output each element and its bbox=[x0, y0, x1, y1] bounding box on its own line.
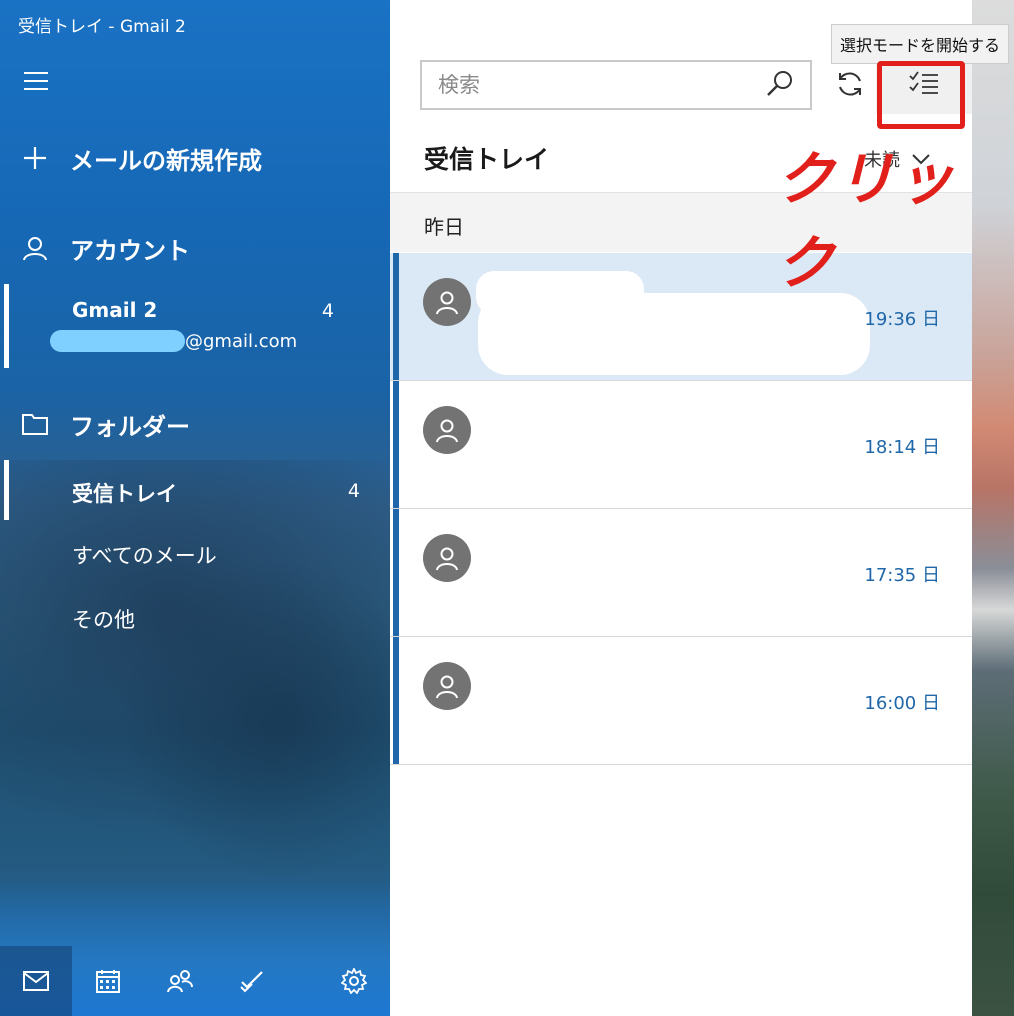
folder-label: その他 bbox=[72, 608, 135, 632]
contact-avatar-icon bbox=[423, 278, 471, 326]
redacted-subject bbox=[478, 293, 870, 375]
navigation-sidebar: 受信トレイ - Gmail 2 メールの新規作成 アカウント Gmail 2 4… bbox=[0, 0, 390, 1016]
annotation-label: クリック bbox=[776, 145, 957, 297]
unread-indicator bbox=[393, 253, 399, 380]
mail-list-item[interactable]: 17:35 日 bbox=[390, 509, 972, 637]
unread-indicator bbox=[393, 637, 399, 764]
folder-item-all-mail[interactable]: すべてのメール bbox=[0, 526, 390, 582]
calendar-icon[interactable] bbox=[72, 946, 144, 1016]
settings-gear-icon[interactable] bbox=[318, 946, 390, 1016]
folders-header[interactable]: フォルダー bbox=[0, 404, 390, 444]
account-unread-count: 4 bbox=[321, 300, 334, 322]
mail-time: 19:36 日 bbox=[864, 309, 940, 330]
date-group-label: 昨日 bbox=[424, 215, 464, 239]
accounts-label: アカウント bbox=[70, 236, 190, 265]
plus-icon bbox=[0, 145, 70, 171]
search-icon[interactable] bbox=[766, 69, 794, 101]
people-icon[interactable] bbox=[144, 946, 216, 1016]
folder-unread-count: 4 bbox=[347, 480, 360, 502]
folder-label: すべてのメール bbox=[72, 544, 217, 568]
folder-item-other[interactable]: その他 bbox=[0, 590, 390, 646]
bottom-app-bar bbox=[0, 946, 390, 1016]
folders-label: フォルダー bbox=[70, 412, 190, 441]
new-mail-button[interactable]: メールの新規作成 bbox=[0, 138, 390, 178]
folder-label: 受信トレイ bbox=[72, 482, 177, 506]
folder-item-inbox[interactable]: 受信トレイ 4 bbox=[0, 460, 390, 520]
account-email-domain: @gmail.com bbox=[185, 330, 298, 352]
mail-list-item[interactable]: 18:14 日 bbox=[390, 381, 972, 509]
selected-indicator bbox=[4, 460, 9, 520]
contact-avatar-icon bbox=[423, 534, 471, 582]
account-gmail2[interactable]: Gmail 2 4 @gmail.com bbox=[0, 284, 390, 368]
account-name: Gmail 2 bbox=[72, 298, 158, 322]
account-email: @gmail.com bbox=[50, 330, 297, 352]
selected-indicator bbox=[4, 284, 9, 368]
redacted-email-local-part bbox=[50, 330, 185, 352]
list-title: 受信トレイ bbox=[424, 145, 550, 174]
unread-indicator bbox=[393, 381, 399, 508]
folder-icon bbox=[0, 413, 70, 435]
unread-indicator bbox=[393, 509, 399, 636]
contact-avatar-icon bbox=[423, 406, 471, 454]
hamburger-menu-icon[interactable] bbox=[24, 72, 48, 92]
search-input[interactable] bbox=[438, 73, 766, 97]
person-icon bbox=[0, 235, 70, 261]
window-title: 受信トレイ - Gmail 2 bbox=[18, 17, 186, 37]
sync-button[interactable] bbox=[830, 66, 870, 106]
new-mail-label: メールの新規作成 bbox=[70, 146, 262, 175]
todo-icon[interactable] bbox=[216, 946, 288, 1016]
search-box[interactable] bbox=[420, 60, 812, 110]
mail-list-item[interactable]: 16:00 日 bbox=[390, 637, 972, 765]
annotation-highlight-box bbox=[877, 61, 965, 129]
sync-icon bbox=[835, 69, 865, 103]
tooltip: 選択モードを開始する bbox=[831, 24, 1009, 64]
contact-avatar-icon bbox=[423, 662, 471, 710]
accounts-header[interactable]: アカウント bbox=[0, 228, 390, 268]
mail-time: 18:14 日 bbox=[864, 437, 940, 458]
mail-icon[interactable] bbox=[0, 946, 72, 1016]
mail-time: 16:00 日 bbox=[864, 693, 940, 714]
mail-time: 17:35 日 bbox=[864, 565, 940, 586]
